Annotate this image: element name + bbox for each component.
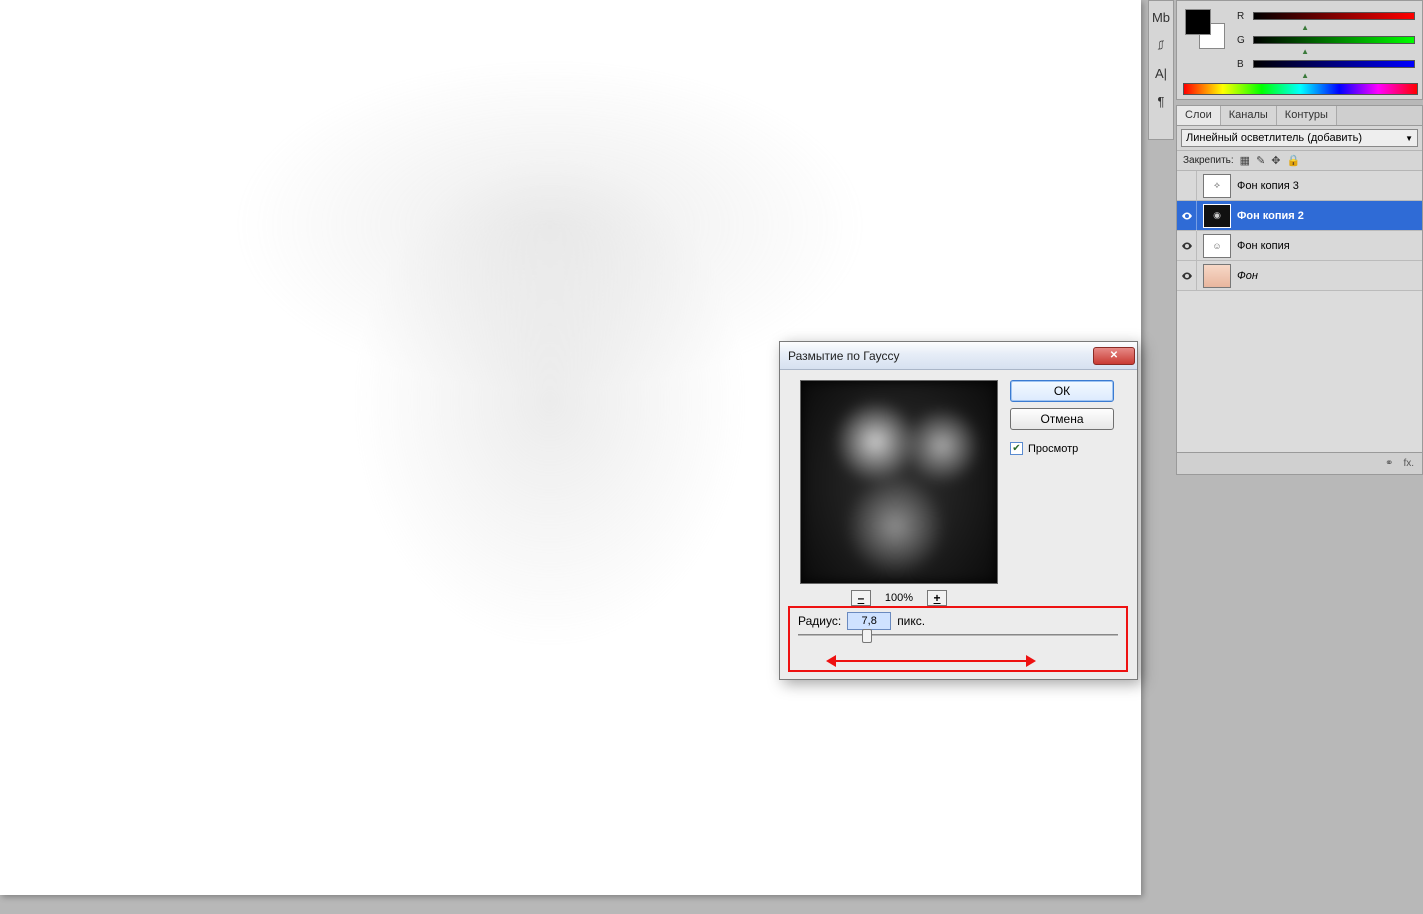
chevron-down-icon: ▼ bbox=[1405, 134, 1413, 143]
layer-fx-icon[interactable]: fx. bbox=[1403, 458, 1414, 469]
radius-slider[interactable] bbox=[798, 634, 1118, 637]
eye-icon bbox=[1181, 240, 1193, 252]
blend-mode-value: Линейный осветлитель (добавить) bbox=[1186, 132, 1362, 144]
layer-row[interactable]: ◉ Фон копия 2 bbox=[1177, 201, 1422, 231]
preview-image bbox=[801, 381, 997, 583]
tab-paths[interactable]: Контуры bbox=[1277, 106, 1337, 125]
radius-unit: пикс. bbox=[897, 614, 925, 628]
r-slider[interactable] bbox=[1253, 12, 1415, 20]
layers-panel-footer: ⚭ fx. bbox=[1177, 452, 1422, 474]
lock-brush-icon[interactable]: ✎ bbox=[1256, 154, 1265, 167]
preview-checkbox-label: Просмотр bbox=[1028, 443, 1078, 455]
gaussian-blur-dialog: Размытие по Гауссу ✕ – 100% + ОК Отмена … bbox=[779, 341, 1138, 680]
foreground-swatch[interactable] bbox=[1185, 9, 1211, 35]
b-slider[interactable] bbox=[1253, 60, 1415, 68]
visibility-toggle[interactable] bbox=[1177, 201, 1197, 231]
layer-row[interactable]: ⟡ Фон копия 3 bbox=[1177, 171, 1422, 201]
radius-input[interactable] bbox=[847, 612, 891, 630]
tab-channels[interactable]: Каналы bbox=[1221, 106, 1277, 125]
layer-row[interactable]: ☺ Фон копия bbox=[1177, 231, 1422, 261]
dialog-titlebar[interactable]: Размытие по Гауссу ✕ bbox=[780, 342, 1137, 370]
lock-move-icon[interactable]: ✥ bbox=[1271, 154, 1280, 167]
foreground-background-swatch[interactable] bbox=[1185, 9, 1225, 49]
g-slider[interactable] bbox=[1253, 36, 1415, 44]
link-layers-icon[interactable]: ⚭ bbox=[1385, 458, 1393, 469]
toolstrip-character-icon[interactable]: A| bbox=[1149, 61, 1173, 85]
color-panel: R ▲ G ▲ B ▲ bbox=[1176, 0, 1423, 100]
layer-name[interactable]: Фон bbox=[1237, 270, 1422, 282]
zoom-value: 100% bbox=[885, 592, 913, 604]
annotation-arrow bbox=[826, 656, 1036, 666]
layer-thumbnail: ⟡ bbox=[1203, 174, 1231, 198]
radius-label: Радиус: bbox=[798, 614, 841, 628]
close-icon: ✕ bbox=[1110, 350, 1118, 361]
b-label: B bbox=[1237, 59, 1247, 70]
dialog-title: Размытие по Гауссу bbox=[788, 349, 899, 363]
zoom-in-button[interactable]: + bbox=[927, 590, 947, 606]
preview-checkbox[interactable]: ✔ bbox=[1010, 442, 1023, 455]
eye-icon bbox=[1181, 270, 1193, 282]
layer-thumbnail: ☺ bbox=[1203, 234, 1231, 258]
rgb-sliders: R ▲ G ▲ B ▲ bbox=[1237, 7, 1415, 79]
close-button[interactable]: ✕ bbox=[1093, 347, 1135, 365]
layer-row[interactable]: Фон bbox=[1177, 261, 1422, 291]
filter-preview[interactable] bbox=[800, 380, 998, 584]
eye-icon bbox=[1181, 210, 1193, 222]
tab-layers[interactable]: Слои bbox=[1177, 106, 1221, 125]
visibility-toggle[interactable] bbox=[1177, 261, 1197, 291]
lock-transparent-icon[interactable]: ▦ bbox=[1240, 154, 1250, 167]
cancel-button[interactable]: Отмена bbox=[1010, 408, 1114, 430]
layer-thumbnail bbox=[1203, 264, 1231, 288]
layer-thumbnail: ◉ bbox=[1203, 204, 1231, 228]
layer-name[interactable]: Фон копия 3 bbox=[1237, 180, 1422, 192]
r-label: R bbox=[1237, 11, 1247, 22]
g-label: G bbox=[1237, 35, 1247, 46]
lock-all-icon[interactable]: 🔒 bbox=[1287, 154, 1301, 167]
toolstrip-paragraph-icon[interactable]: ¶ bbox=[1149, 89, 1173, 113]
layers-panel: Слои Каналы Контуры Линейный осветлитель… bbox=[1176, 105, 1423, 475]
toolstrip-measure-icon[interactable]: ⎎ bbox=[1149, 33, 1173, 57]
layer-name[interactable]: Фон копия 2 bbox=[1237, 210, 1422, 222]
zoom-out-button[interactable]: – bbox=[851, 590, 871, 606]
right-toolstrip: Mb ⎎ A| ¶ bbox=[1148, 0, 1174, 140]
toolstrip-mb-icon[interactable]: Mb bbox=[1149, 5, 1173, 29]
radius-slider-thumb[interactable] bbox=[862, 629, 872, 643]
hue-spectrum[interactable] bbox=[1183, 83, 1418, 95]
visibility-toggle[interactable] bbox=[1177, 171, 1197, 201]
layer-name[interactable]: Фон копия bbox=[1237, 240, 1422, 252]
layers-panel-tabs: Слои Каналы Контуры bbox=[1177, 106, 1422, 126]
layer-list: ⟡ Фон копия 3 ◉ Фон копия 2 ☺ Фон копия … bbox=[1177, 171, 1422, 452]
lock-label: Закрепить: bbox=[1183, 155, 1234, 166]
visibility-toggle[interactable] bbox=[1177, 231, 1197, 261]
ok-button[interactable]: ОК bbox=[1010, 380, 1114, 402]
b-slider-thumb[interactable]: ▲ bbox=[1301, 73, 1415, 79]
blend-mode-select[interactable]: Линейный осветлитель (добавить) ▼ bbox=[1181, 129, 1418, 147]
